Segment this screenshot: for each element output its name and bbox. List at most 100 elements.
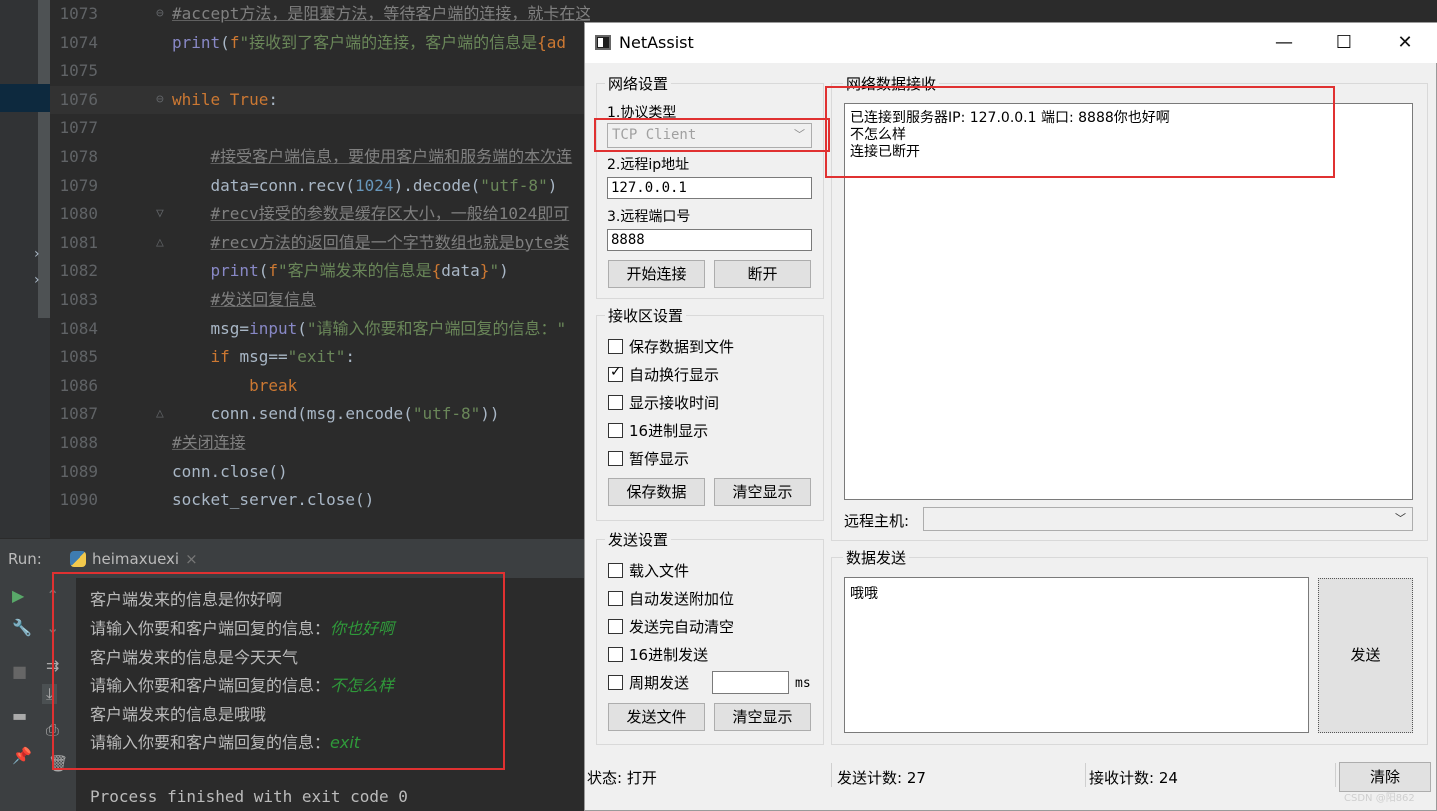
- fold-icon[interactable]: △: [156, 400, 164, 428]
- code-token: data=conn.recv(: [172, 175, 356, 195]
- maximize-button[interactable]: ☐: [1321, 27, 1367, 59]
- code-token: print: [172, 32, 221, 52]
- code-line[interactable]: 1079 data=conn.recv(1024).decode("utf-8"…: [50, 172, 590, 200]
- code-text: #接受客户端信息，要使用客户端和服务端的本次连: [172, 143, 573, 171]
- checkbox-hex-display[interactable]: 16进制显示: [608, 420, 708, 441]
- checkbox-auto-append[interactable]: 自动发送附加位: [608, 588, 734, 609]
- checkbox-pause-display[interactable]: 暂停显示: [608, 448, 689, 469]
- code-token: #关闭连接: [172, 433, 246, 452]
- title-bar[interactable]: NetAssist — ☐ ✕: [585, 23, 1437, 63]
- code-line[interactable]: 1074 print(f"接收到了客户端的连接，客户端的信息是{ad: [50, 29, 590, 57]
- checkbox-save-to-file[interactable]: 保存数据到文件: [608, 336, 734, 357]
- code-token: "客户端发来的信息是: [277, 261, 432, 281]
- remote-host-select[interactable]: ﹀: [923, 507, 1413, 531]
- code-token: "请输入你要和客户端回复的信息：": [306, 318, 567, 338]
- checkbox-auto-clear[interactable]: 发送完自动清空: [608, 616, 734, 637]
- line-number: 1090: [59, 490, 98, 510]
- pin-icon[interactable]: 📌: [12, 746, 32, 765]
- ip-input[interactable]: 127.0.0.1: [607, 177, 812, 199]
- run-tab[interactable]: heimaxuexi ×: [70, 550, 198, 568]
- code-line[interactable]: 1084 msg=input("请输入你要和客户端回复的信息：": [50, 315, 590, 343]
- code-line[interactable]: 1088 #关闭连接: [50, 429, 590, 457]
- network-settings-title: 网络设置: [605, 73, 672, 94]
- code-token: conn.close(): [172, 461, 288, 481]
- stop-icon[interactable]: ■: [12, 662, 27, 681]
- highlight-box-console: [52, 572, 505, 770]
- connect-button[interactable]: 开始连接: [608, 260, 705, 288]
- code-token: while: [172, 89, 230, 109]
- line-number: 1075: [59, 61, 98, 81]
- period-unit: ms: [795, 676, 811, 691]
- ide-scrollbar[interactable]: [38, 0, 50, 318]
- code-line[interactable]: 1090 socket_server.close(): [50, 486, 590, 514]
- code-line[interactable]: 1075: [50, 57, 590, 85]
- line-number: 1077: [59, 118, 98, 138]
- disconnect-button[interactable]: 断开: [714, 260, 811, 288]
- code-token: {ad: [537, 32, 566, 52]
- code-token: if: [210, 347, 240, 367]
- code-token: (: [297, 318, 307, 338]
- checkbox-hex-send[interactable]: 16进制发送: [608, 644, 708, 665]
- port-input[interactable]: 8888: [607, 229, 812, 251]
- clear-counts-button[interactable]: 清除: [1339, 762, 1431, 792]
- code-text: #recv方法的返回值是一个字节数组也就是byte类: [172, 229, 570, 257]
- minimize-button[interactable]: —: [1261, 27, 1307, 59]
- send-file-button[interactable]: 发送文件: [608, 703, 705, 731]
- checkbox-show-recv-time[interactable]: 显示接收时间: [608, 392, 719, 413]
- code-line[interactable]: 1089 conn.close(): [50, 458, 590, 486]
- code-text: if msg=="exit":: [172, 343, 356, 371]
- code-line[interactable]: 1076 ⊖ while True:: [50, 85, 590, 114]
- checkbox-load-file[interactable]: 载入文件: [608, 560, 689, 581]
- clear-send-display-button[interactable]: 清空显示: [714, 703, 811, 731]
- code-token: ): [499, 261, 509, 281]
- code-token: break: [249, 375, 298, 395]
- status-send-count: 发送计数: 27: [837, 769, 926, 787]
- code-line[interactable]: 1087 △ conn.send(msg.encode("utf-8")): [50, 400, 590, 428]
- checkbox-auto-wrap[interactable]: 自动换行显示: [608, 364, 719, 385]
- send-textarea[interactable]: 哦哦: [844, 577, 1309, 733]
- code-text: break: [172, 372, 297, 400]
- fold-icon[interactable]: ⊖: [156, 0, 164, 28]
- status-separator: [1085, 763, 1086, 787]
- wrench-icon[interactable]: 🔧: [12, 618, 32, 637]
- code-line[interactable]: 1080 ▽ #recv接受的参数是缓存区大小，一般给1024即可: [50, 200, 590, 228]
- code-token: True: [229, 89, 269, 109]
- line-number: 1086: [59, 375, 98, 395]
- layout-icon[interactable]: ▬: [12, 706, 27, 725]
- code-token: f: [268, 261, 278, 281]
- chevron-right-icon[interactable]: ›: [34, 272, 40, 288]
- send-button[interactable]: 发送: [1318, 578, 1413, 733]
- code-line[interactable]: 1086 break: [50, 372, 590, 400]
- code-line[interactable]: 1085 if msg=="exit":: [50, 343, 590, 371]
- fold-icon[interactable]: ▽: [156, 200, 164, 228]
- close-button[interactable]: ✕: [1382, 27, 1428, 59]
- code-editor[interactable]: 1073 ⊖ #accept方法，是阻塞方法，等待客户端的连接，就卡在这一行不向下执…: [50, 0, 590, 538]
- highlight-box-received: [825, 86, 1335, 178]
- fold-icon[interactable]: ⊖: [156, 86, 164, 114]
- period-input[interactable]: [712, 671, 789, 694]
- code-token: {: [431, 261, 442, 281]
- checkbox-periodic-send[interactable]: 周期发送: [608, 672, 689, 693]
- code-token: print: [210, 261, 259, 281]
- code-line[interactable]: 1077: [50, 114, 590, 142]
- code-line[interactable]: 1083 #发送回复信息: [50, 286, 590, 314]
- code-line[interactable]: 1082 print(f"客户端发来的信息是{data}"): [50, 257, 590, 285]
- code-token: ": [489, 261, 500, 281]
- fold-icon[interactable]: △: [156, 229, 164, 257]
- code-line[interactable]: 1078 #接受客户端信息，要使用客户端和服务端的本次连: [50, 143, 590, 171]
- code-token: #accept方法，是阻塞方法，等待客户端的连接，就卡在这一行不向下执行了: [172, 4, 590, 23]
- code-text: print(f"接收到了客户端的连接，客户端的信息是{ad: [172, 29, 566, 57]
- clear-recv-display-button[interactable]: 清空显示: [714, 478, 811, 506]
- chevron-right-icon[interactable]: ›: [34, 246, 40, 262]
- code-line[interactable]: 1073 ⊖ #accept方法，是阻塞方法，等待客户端的连接，就卡在这一行不向下执…: [50, 0, 590, 28]
- code-token: :: [268, 89, 278, 109]
- save-data-button[interactable]: 保存数据: [608, 478, 705, 506]
- code-text: conn.send(msg.encode("utf-8")): [172, 400, 500, 428]
- close-icon[interactable]: ×: [185, 550, 198, 568]
- code-line[interactable]: 1081 △ #recv方法的返回值是一个字节数组也就是byte类: [50, 229, 590, 257]
- rerun-icon[interactable]: ▶: [12, 586, 24, 605]
- code-token: "utf-8": [412, 404, 481, 424]
